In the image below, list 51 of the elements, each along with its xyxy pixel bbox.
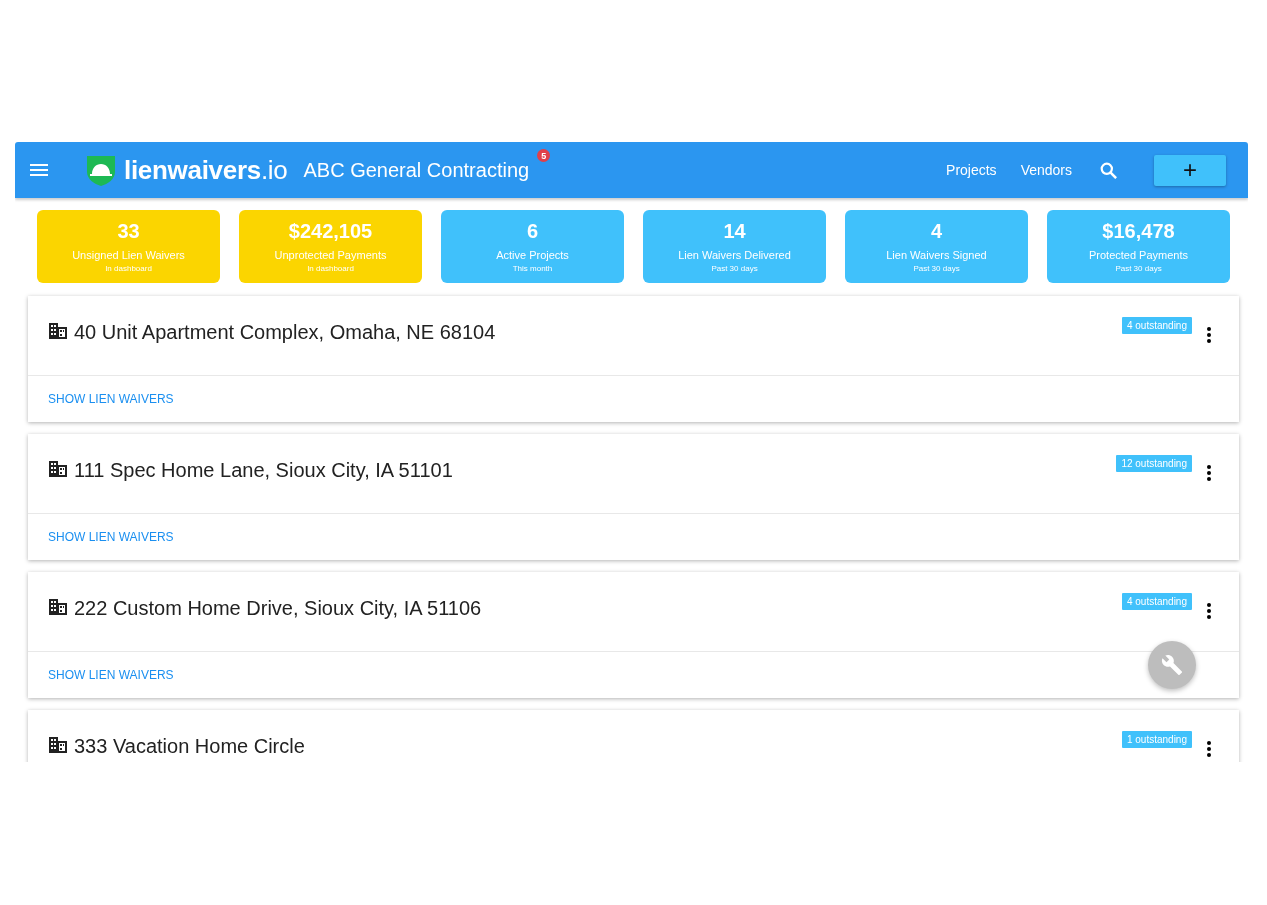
stat-card[interactable]: 4 Lien Waivers Signed Past 30 days (845, 210, 1028, 283)
project-title: 111 Spec Home Lane, Sioux City, IA 51101 (74, 459, 453, 482)
project-title: 40 Unit Apartment Complex, Omaha, NE 68104 (74, 321, 496, 344)
stat-value: 6 (526, 220, 539, 243)
stat-period: Past 30 days (711, 264, 758, 273)
stat-value: $242,105 (288, 220, 373, 243)
notification-badge: 5 (537, 149, 551, 162)
stat-label: Unsigned Lien Waivers (72, 249, 185, 261)
outstanding-badge: 12 outstanding (1116, 455, 1192, 472)
nav-link[interactable]: Vendors (1020, 162, 1072, 178)
stat-period: In dashboard (105, 264, 152, 273)
more-options-icon[interactable] (1207, 465, 1211, 481)
more-options-icon[interactable] (1207, 603, 1211, 619)
building-icon (49, 737, 67, 753)
project-title: 333 Vacation Home Circle (74, 735, 305, 758)
outstanding-badge: 1 outstanding (1121, 731, 1192, 748)
wrench-icon (1161, 654, 1183, 676)
more-options-icon[interactable] (1207, 741, 1211, 757)
stat-card[interactable]: 6 Active Projects This month (441, 210, 624, 283)
search-icon[interactable] (1100, 161, 1117, 179)
stat-value: 14 (723, 220, 746, 243)
building-icon (49, 323, 67, 339)
stat-label: Lien Waivers Delivered (678, 249, 791, 261)
add-button[interactable]: + (1154, 154, 1226, 186)
stat-period: Past 30 days (1115, 264, 1162, 273)
stat-label: Lien Waivers Signed (886, 249, 987, 261)
more-options-icon[interactable] (1207, 327, 1211, 343)
logo-text: lienwaivers.io (124, 154, 288, 186)
stat-value: 33 (117, 220, 140, 243)
stat-period: Past 30 days (913, 264, 960, 273)
stat-value: 4 (930, 220, 943, 243)
outstanding-badge: 4 outstanding (1121, 317, 1192, 334)
stat-label: Unprotected Payments (274, 249, 387, 261)
show-lien-waivers-link[interactable]: SHOW LIEN WAIVERS (48, 530, 174, 544)
building-icon (49, 599, 67, 615)
stat-card[interactable]: $16,478 Protected Payments Past 30 days (1047, 210, 1230, 283)
outstanding-badge: 4 outstanding (1121, 593, 1192, 610)
show-lien-waivers-link[interactable]: SHOW LIEN WAIVERS (48, 668, 174, 682)
stat-card[interactable]: 14 Lien Waivers Delivered Past 30 days (643, 210, 826, 283)
nav-link[interactable]: Projects (946, 162, 997, 178)
hard-hat-shield-icon (86, 154, 116, 186)
building-icon (49, 461, 67, 477)
stat-label: Protected Payments (1088, 249, 1189, 261)
company-name: ABC General Contracting (303, 158, 530, 182)
menu-icon[interactable] (30, 164, 48, 176)
project-title: 222 Custom Home Drive, Sioux City, IA 51106 (74, 597, 482, 620)
stat-label: Active Projects (496, 249, 569, 261)
stat-value: $16,478 (1102, 220, 1175, 243)
show-lien-waivers-link[interactable]: SHOW LIEN WAIVERS (48, 392, 174, 406)
stat-period: This month (512, 264, 553, 273)
stat-period: In dashboard (307, 264, 354, 273)
